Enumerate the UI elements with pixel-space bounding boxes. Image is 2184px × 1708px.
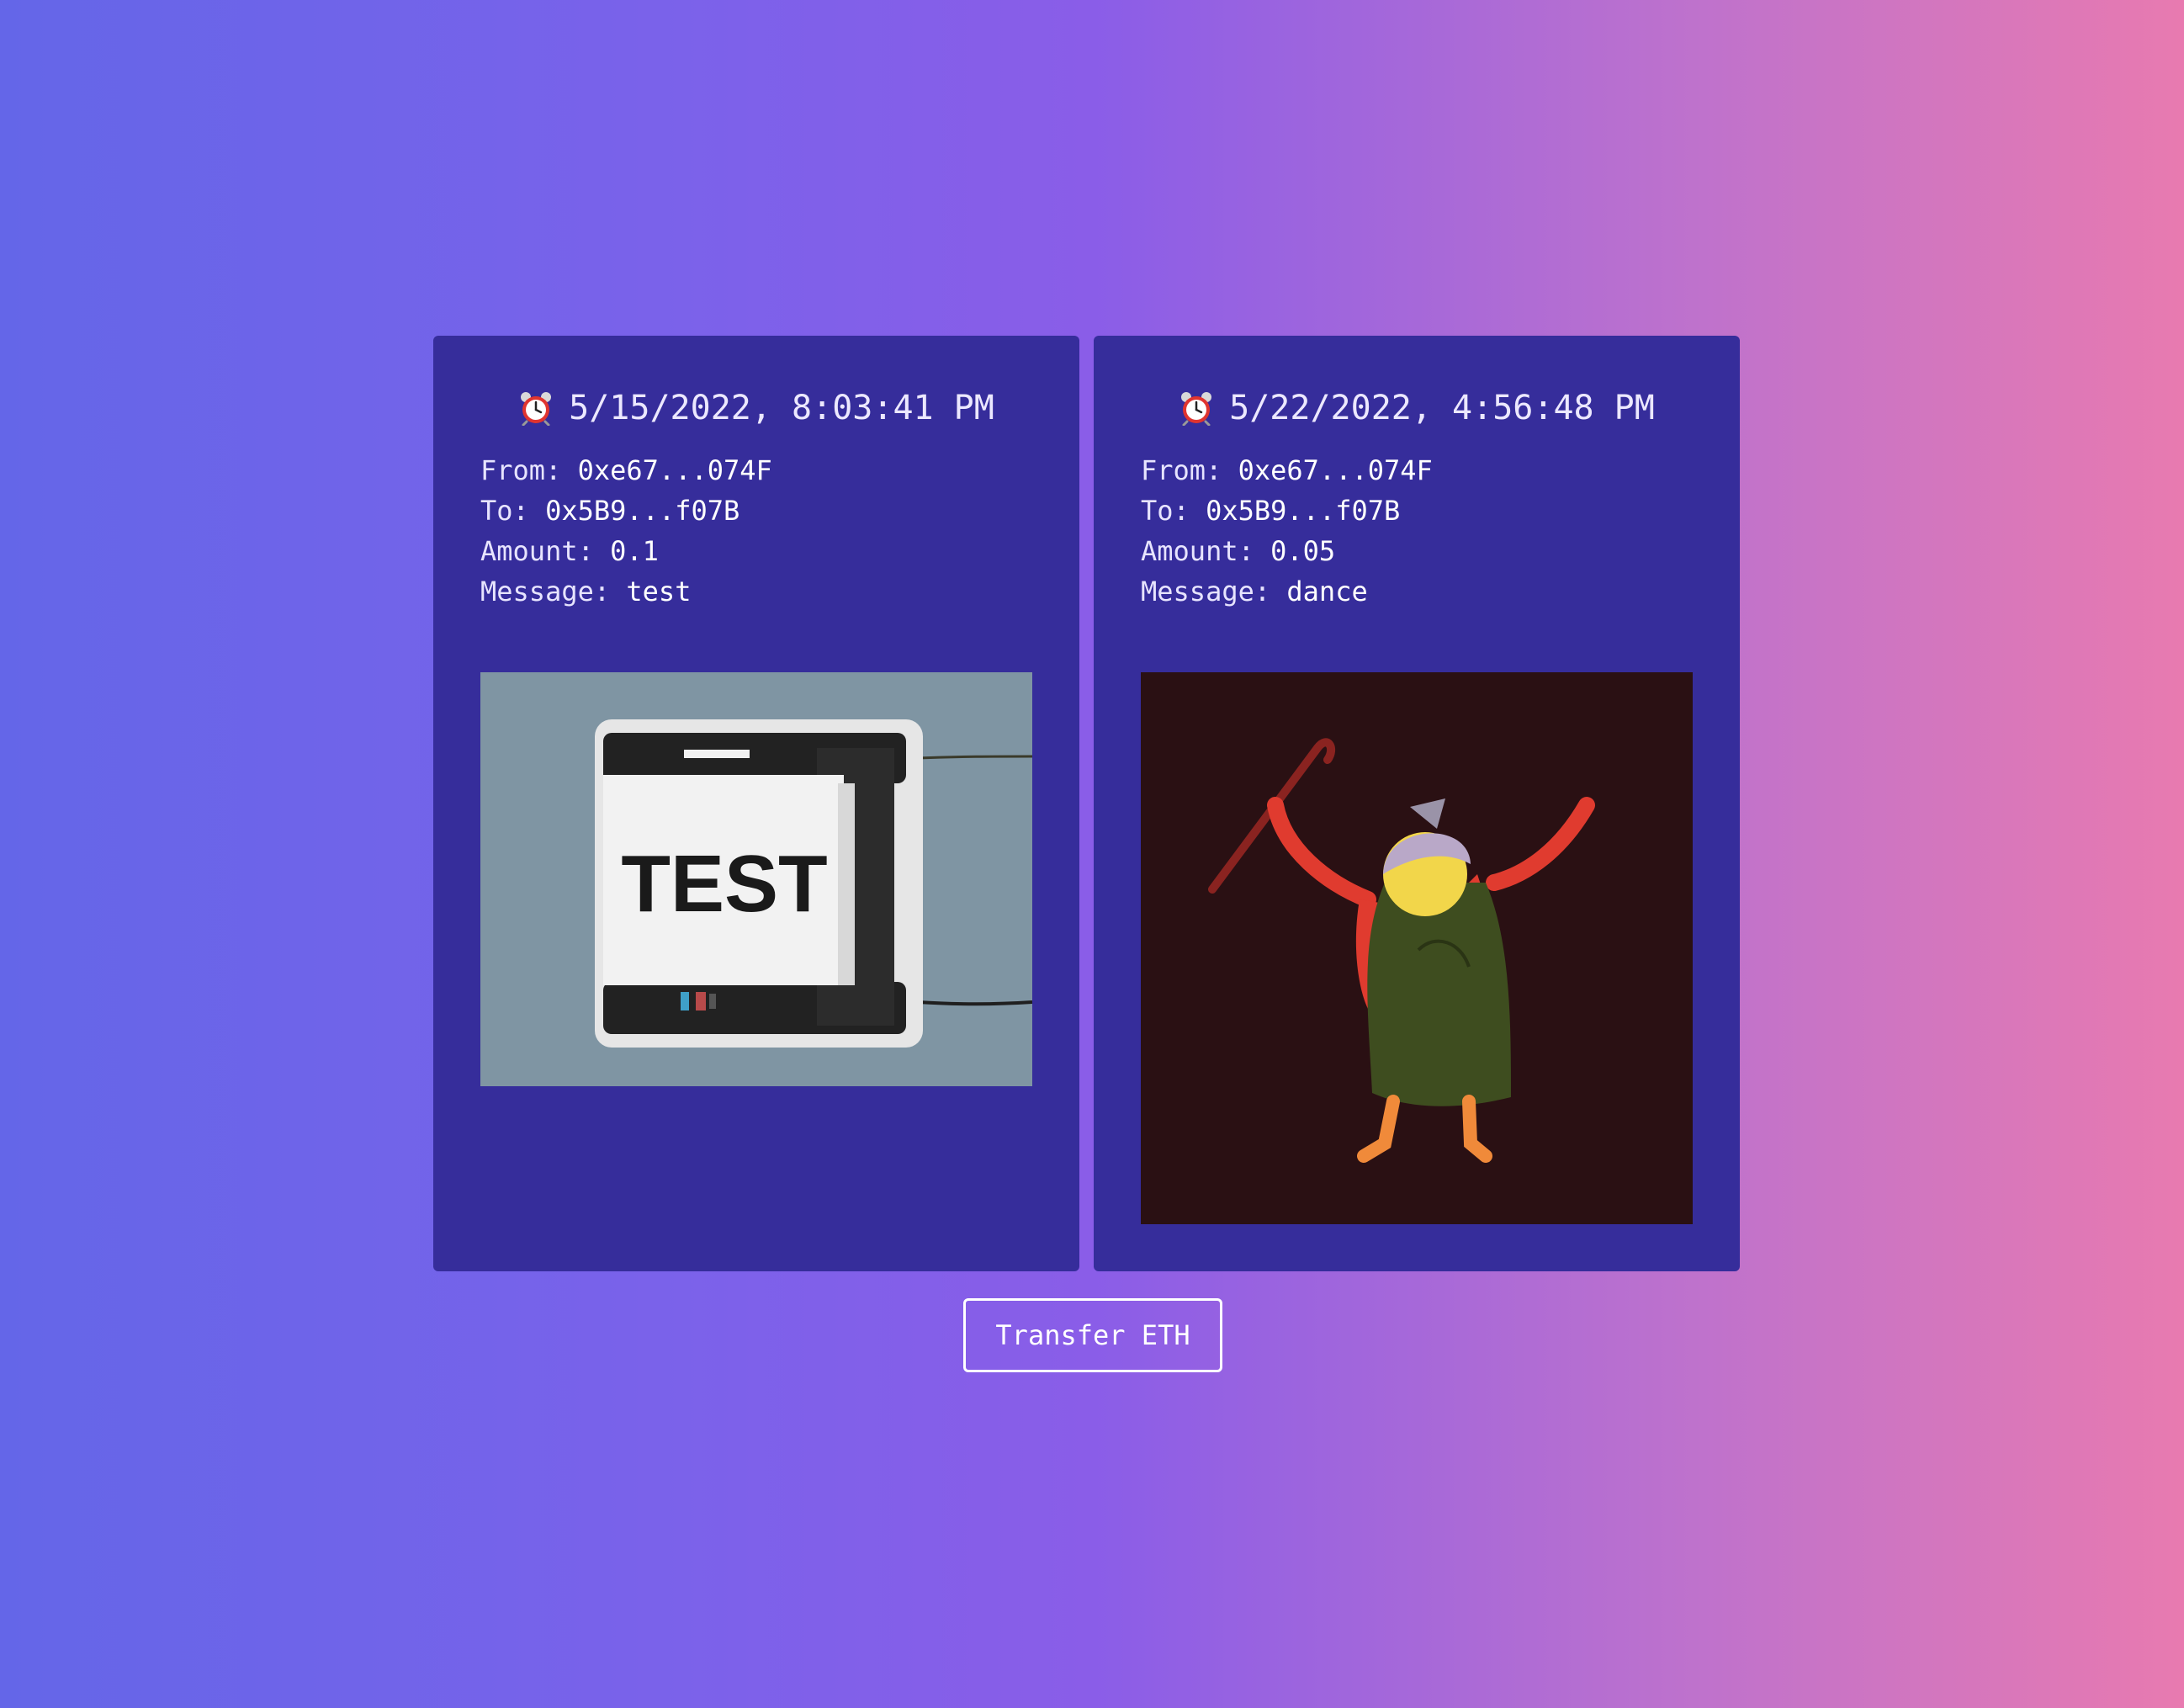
transaction-details: From: 0xe67...074F To: 0x5B9...f07B Amou… (480, 450, 1032, 612)
amount-label: Amount: (480, 535, 594, 567)
transaction-card: 5/15/2022, 8:03:41 PM From: 0xe67...074F… (433, 336, 1079, 1271)
to-row: To: 0x5B9...f07B (480, 491, 1032, 531)
message-value: dance (1286, 576, 1368, 607)
transaction-timestamp: 5/15/2022, 8:03:41 PM (569, 389, 994, 427)
message-label: Message: (480, 576, 611, 607)
message-value: test (626, 576, 692, 607)
transaction-list: 5/15/2022, 8:03:41 PM From: 0xe67...074F… (433, 336, 1740, 1271)
transaction-details: From: 0xe67...074F To: 0x5B9...f07B Amou… (1141, 450, 1693, 612)
message-row: Message: test (480, 571, 1032, 612)
message-label: Message: (1141, 576, 1271, 607)
amount-row: Amount: 0.1 (480, 531, 1032, 571)
transaction-timestamp-row: 5/15/2022, 8:03:41 PM (480, 383, 1032, 433)
to-label: To: (1141, 495, 1190, 527)
transaction-gif (1141, 672, 1693, 1224)
from-label: From: (1141, 454, 1222, 486)
to-row: To: 0x5B9...f07B (1141, 491, 1693, 531)
transaction-gif: TEST (480, 672, 1032, 1086)
amount-row: Amount: 0.05 (1141, 531, 1693, 571)
transfer-button-container: Transfer ETH (0, 1298, 2184, 1372)
message-row: Message: dance (1141, 571, 1693, 612)
alarm-clock-icon (518, 390, 554, 426)
amount-label: Amount: (1141, 535, 1254, 567)
to-label: To: (480, 495, 529, 527)
transfer-eth-button[interactable]: Transfer ETH (963, 1298, 1222, 1372)
page: 5/15/2022, 8:03:41 PM From: 0xe67...074F… (0, 0, 2184, 1708)
from-row: From: 0xe67...074F (1141, 450, 1693, 491)
to-address: 0x5B9...f07B (1206, 495, 1401, 527)
amount-value: 0.05 (1270, 535, 1336, 567)
to-address: 0x5B9...f07B (545, 495, 740, 527)
transaction-timestamp-row: 5/22/2022, 4:56:48 PM (1141, 383, 1693, 433)
gif-caption: TEST (621, 839, 827, 929)
from-row: From: 0xe67...074F (480, 450, 1032, 491)
from-address: 0xe67...074F (577, 454, 772, 486)
transaction-card: 5/22/2022, 4:56:48 PM From: 0xe67...074F… (1094, 336, 1740, 1271)
from-label: From: (480, 454, 562, 486)
transaction-timestamp: 5/22/2022, 4:56:48 PM (1229, 389, 1655, 427)
from-address: 0xe67...074F (1238, 454, 1433, 486)
amount-value: 0.1 (610, 535, 659, 567)
alarm-clock-icon (1179, 390, 1214, 426)
